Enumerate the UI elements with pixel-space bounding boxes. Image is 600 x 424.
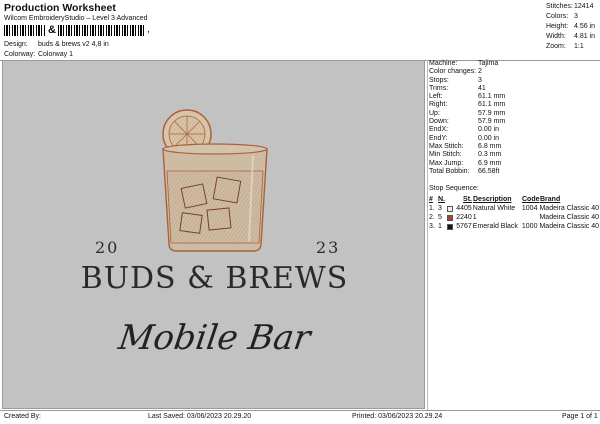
stop-sequence-label: Stop Sequence: — [429, 185, 479, 192]
min-stitch-row: Min Stitch: 0.3 mm — [429, 151, 502, 159]
page-number: Page 1 of 1 — [562, 413, 598, 420]
worksheet-title: Production Worksheet — [4, 2, 116, 14]
stat-colors: Colors: 3 — [546, 13, 578, 20]
stat-zoom: Zoom: 1:1 — [546, 43, 584, 50]
machine-info: Machine: Tajima Color changes: 2 Stops: 3 T… — [429, 60, 599, 176]
panel-divider — [427, 60, 428, 410]
stat-stitches: Stitches: 12414 — [546, 3, 594, 10]
machine-row: Machine: Tajima — [429, 60, 499, 67]
colorway-row: Colorway: Colorway 1 — [4, 51, 73, 58]
colorway-label: Colorway: — [4, 51, 36, 58]
table-row: 3. 1 5767 Emerald Black 1000 Madeira Cla… — [429, 223, 599, 230]
color-swatch — [446, 223, 453, 230]
created-by: Created By: — [4, 413, 41, 420]
total-bobbin-row: Total Bobbin: 66.58ft — [429, 167, 500, 175]
year-right-text: 23 — [316, 238, 341, 257]
color-swatch — [446, 214, 453, 221]
design-barcode: & , — [4, 25, 150, 37]
rocks-glass-icon — [162, 143, 268, 252]
max-stitch-row: Max Stitch: 6.8 mm — [429, 142, 502, 150]
color-changes-row: Color changes: 2 — [429, 68, 482, 76]
design-label: Design: — [4, 41, 28, 48]
design-value: buds & brews v2 4,8 in — [37, 41, 109, 48]
max-jump-row: Max Jump: 6.9 mm — [429, 159, 502, 167]
down-row: Down: 57.9 mm — [429, 118, 506, 126]
design-stats: Stitches: 12414 Colors: 3 Height: 4.56 in W… — [546, 2, 598, 52]
software-name: Wilcom EmbroideryStudio – Level 3 Advanc… — [4, 15, 148, 22]
color-swatch — [446, 205, 453, 212]
tagline-text: Mobile Bar — [116, 318, 313, 358]
footer-divider — [0, 410, 600, 411]
stop-sequence-table: # N. St. Description Code Brand 1. 3 440… — [429, 195, 599, 231]
table-row: 2. 5 2240 1 Madeira Classic 40 — [429, 214, 599, 221]
endx-row: EndX: 0.00 in — [429, 126, 500, 134]
year-left-text: 20 — [95, 238, 120, 257]
design-row: Design: buds & brews v2 4,8 in — [4, 41, 109, 48]
last-saved: Last Saved: 03/06/2023 20.29.20 — [148, 413, 252, 420]
colorway-value: Colorway 1 — [37, 51, 73, 58]
stat-width: Width: 4.81 in — [546, 33, 596, 40]
brand-text: BUDS & BREWS — [80, 261, 349, 296]
stat-height: Height: 4.56 in — [546, 23, 596, 30]
table-header: # N. St. Description Code Brand — [429, 196, 561, 203]
stops-row: Stops: 3 — [429, 76, 482, 84]
table-row: 1. 3 4405 Natural White 1004 Madeira Cla… — [429, 205, 599, 212]
up-row: Up: 57.9 mm — [429, 109, 506, 117]
right-row: Right: 61.1 mm — [429, 101, 506, 109]
printed-date: Printed: 03/06/2023 20.29.24 — [352, 413, 443, 420]
left-row: Left: 61.1 mm — [429, 93, 506, 101]
endy-row: EndY: 0.00 in — [429, 134, 500, 142]
trims-row: Trims: 41 — [429, 84, 486, 92]
design-preview: 20 23 BUDS & BREWS Mobile Bar — [2, 60, 425, 409]
